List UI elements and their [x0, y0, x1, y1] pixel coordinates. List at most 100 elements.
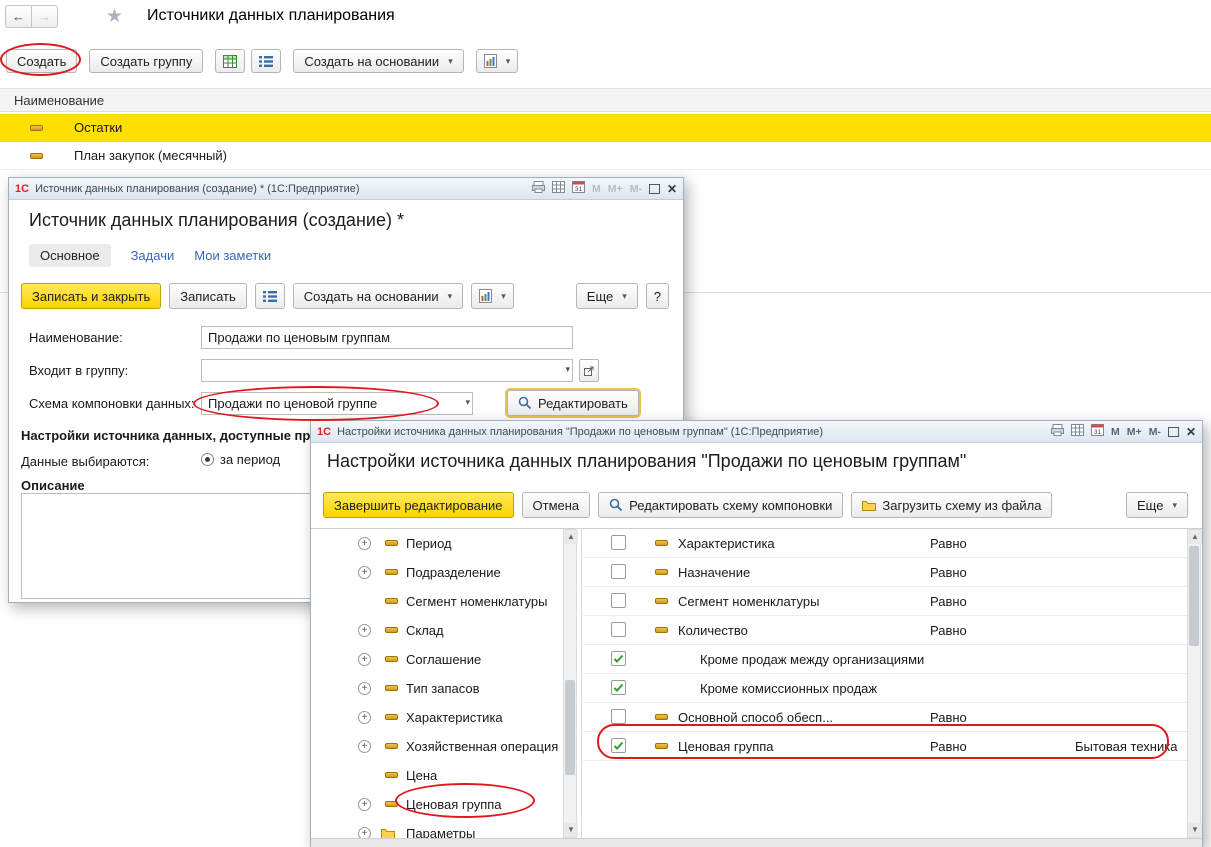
tree-item[interactable]: Хозяйственная операция	[319, 732, 563, 761]
memory-m-plus-button[interactable]: M+	[608, 183, 623, 195]
expand-icon[interactable]	[358, 827, 371, 838]
filter-row[interactable]: Сегмент номенклатуры Равно	[583, 587, 1187, 616]
more-button[interactable]: Еще	[1126, 492, 1188, 518]
scroll-up-icon[interactable]: ▲	[1188, 530, 1202, 544]
expand-icon[interactable]	[358, 653, 371, 666]
finish-editing-button[interactable]: Завершить редактирование	[323, 492, 514, 518]
group-field[interactable]: ▾	[201, 359, 573, 382]
name-field[interactable]	[201, 326, 573, 349]
scroll-thumb[interactable]	[1189, 546, 1199, 646]
create-button[interactable]: Создать	[6, 49, 77, 73]
maximize-icon[interactable]	[1168, 427, 1179, 437]
filter-checkbox[interactable]	[611, 709, 626, 724]
scroll-thumb[interactable]	[565, 680, 575, 775]
list-row[interactable]: План закупок (месячный)	[0, 142, 1211, 170]
close-icon[interactable]	[667, 182, 677, 196]
list-icon[interactable]	[251, 49, 281, 73]
save-button[interactable]: Записать	[169, 283, 247, 309]
filter-row[interactable]: Кроме комиссионных продаж	[583, 674, 1187, 703]
report-icon[interactable]	[471, 283, 514, 309]
dialog-titlebar[interactable]: 1С Источник данных планирования (создани…	[9, 178, 683, 200]
dialog-titlebar[interactable]: 1С Настройки источника данных планирован…	[311, 421, 1202, 443]
tree-item[interactable]: Подразделение	[319, 558, 563, 587]
schema-input[interactable]	[202, 393, 472, 414]
memory-m-plus-button[interactable]: M+	[1127, 426, 1142, 438]
chevron-down-icon[interactable]: ▾	[565, 364, 570, 375]
filter-checkbox[interactable]	[611, 564, 626, 579]
more-button[interactable]: Еще	[576, 283, 638, 309]
filter-row[interactable]: Количество Равно	[583, 616, 1187, 645]
back-icon[interactable]	[5, 5, 32, 28]
filter-row[interactable]: Ценовая группа Равно Бытовая техника	[583, 732, 1187, 761]
create-based-on-button[interactable]: Создать на основании	[293, 283, 463, 309]
schema-field[interactable]: ▾	[201, 392, 473, 415]
filter-row[interactable]: Характеристика Равно	[583, 529, 1187, 558]
name-input[interactable]	[202, 327, 572, 348]
memory-m-button[interactable]: M	[592, 183, 601, 195]
tree-item[interactable]: Сегмент номенклатуры	[319, 587, 563, 616]
print-icon[interactable]	[532, 181, 545, 196]
favorite-star-icon[interactable]	[106, 5, 123, 28]
list-row[interactable]: Остатки	[0, 114, 1211, 142]
tab-main[interactable]: Основное	[29, 244, 111, 267]
forward-icon[interactable]	[31, 5, 58, 28]
calendar-icon[interactable]: 31	[1091, 424, 1104, 439]
print-icon[interactable]	[1051, 424, 1064, 439]
filter-checkbox[interactable]	[611, 622, 626, 637]
open-button[interactable]	[579, 359, 599, 382]
cancel-button[interactable]: Отмена	[522, 492, 591, 518]
create-group-button[interactable]: Создать группу	[89, 49, 203, 73]
load-schema-button[interactable]: Загрузить схему из файла	[851, 492, 1052, 518]
calendar-icon[interactable]: 31	[572, 181, 585, 196]
expand-icon[interactable]	[358, 624, 371, 637]
memory-m-minus-button[interactable]: M-	[630, 183, 642, 195]
tree-item[interactable]: Цена	[319, 761, 563, 790]
filter-checkbox-checked[interactable]	[611, 680, 626, 695]
tab-notes[interactable]: Мои заметки	[194, 248, 271, 263]
filters-scrollbar[interactable]: ▲ ▼	[1187, 529, 1201, 838]
report-icon[interactable]	[476, 49, 519, 73]
create-based-on-button[interactable]: Создать на основании	[293, 49, 463, 73]
expand-icon[interactable]	[358, 682, 371, 695]
grid-icon[interactable]	[1071, 424, 1084, 439]
tab-tasks[interactable]: Задачи	[131, 248, 175, 263]
memory-m-button[interactable]: M	[1111, 426, 1120, 438]
memory-m-minus-button[interactable]: M-	[1149, 426, 1161, 438]
filter-row[interactable]: Назначение Равно	[583, 558, 1187, 587]
filter-checkbox-checked[interactable]	[611, 738, 626, 753]
chevron-down-icon[interactable]: ▾	[465, 397, 470, 408]
help-button[interactable]: ?	[646, 283, 669, 309]
save-and-close-button[interactable]: Записать и закрыть	[21, 283, 161, 309]
edit-schema-button[interactable]: Редактировать	[507, 390, 639, 416]
filter-checkbox[interactable]	[611, 593, 626, 608]
edit-composition-schema-button[interactable]: Редактировать схему компоновки	[598, 492, 843, 518]
tree-item[interactable]: Период	[319, 529, 563, 558]
tree-item[interactable]: Параметры	[319, 819, 563, 838]
filter-row[interactable]: Основной способ обесп... Равно	[583, 703, 1187, 732]
scroll-down-icon[interactable]: ▼	[1188, 823, 1202, 837]
filter-checkbox-checked[interactable]	[611, 651, 626, 666]
filter-row[interactable]: Кроме продаж между организациями	[583, 645, 1187, 674]
close-icon[interactable]	[1186, 425, 1196, 439]
tree-item[interactable]: Ценовая группа	[319, 790, 563, 819]
group-input[interactable]	[202, 360, 572, 381]
list-column-header[interactable]: Наименование	[0, 88, 1211, 112]
filter-checkbox[interactable]	[611, 535, 626, 550]
expand-icon[interactable]	[358, 711, 371, 724]
maximize-icon[interactable]	[649, 184, 660, 194]
radio-period[interactable]	[201, 453, 214, 466]
expand-icon[interactable]	[358, 566, 371, 579]
expand-icon[interactable]	[358, 740, 371, 753]
expand-icon[interactable]	[358, 537, 371, 550]
list-icon[interactable]	[255, 283, 285, 309]
tree-item[interactable]: Склад	[319, 616, 563, 645]
tree-item[interactable]: Характеристика	[319, 703, 563, 732]
grid-icon[interactable]	[552, 181, 565, 196]
tree-scrollbar[interactable]: ▲ ▼	[563, 529, 577, 838]
table-icon[interactable]	[215, 49, 245, 73]
expand-icon[interactable]	[358, 798, 371, 811]
scroll-down-icon[interactable]: ▼	[564, 823, 578, 837]
scroll-up-icon[interactable]: ▲	[564, 530, 578, 544]
tree-item[interactable]: Соглашение	[319, 645, 563, 674]
tree-item[interactable]: Тип запасов	[319, 674, 563, 703]
